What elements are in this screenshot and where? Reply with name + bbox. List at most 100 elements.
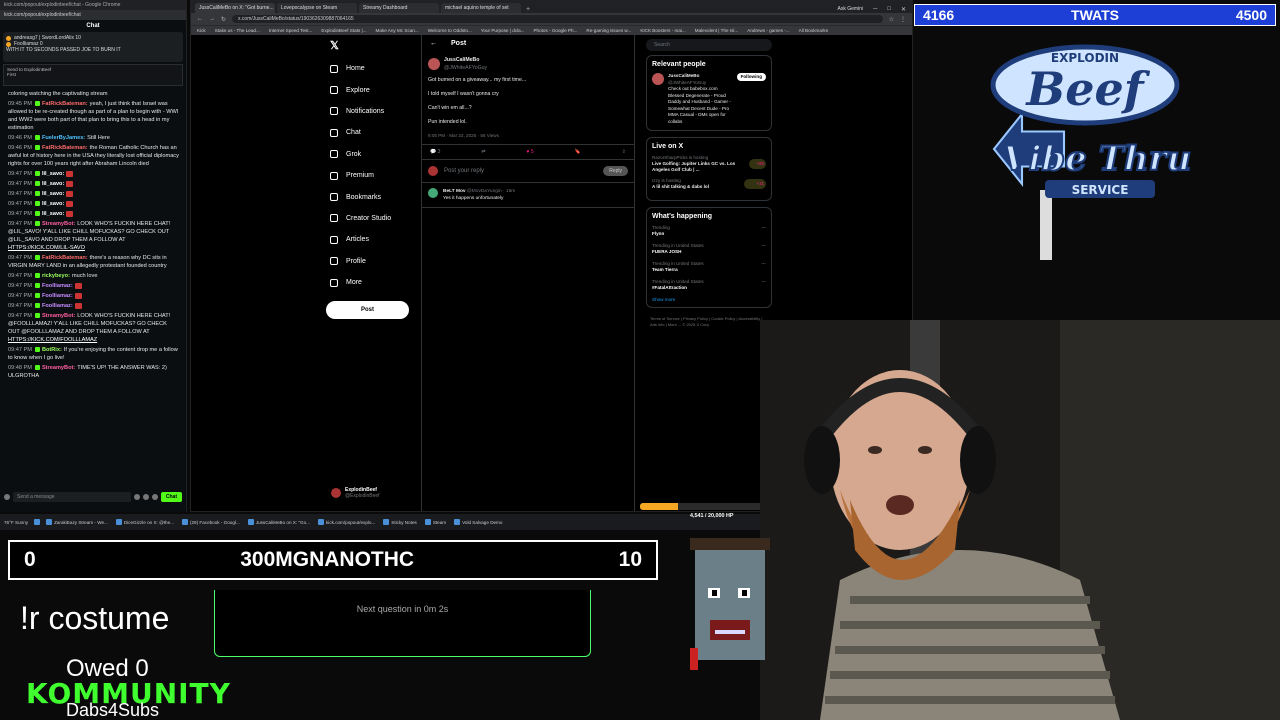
bookmark-item[interactable]: Kick: [197, 28, 206, 33]
start-icon[interactable]: [34, 519, 41, 525]
repost-icon[interactable]: ⇄: [481, 149, 485, 155]
bookmark-item[interactable]: Photos - Google Ph...: [533, 28, 577, 33]
x-nav-profile[interactable]: Profile: [326, 251, 422, 272]
bookmark-item[interactable]: Welcome to Oddsto...: [428, 28, 472, 33]
reply-input[interactable]: Post your reply: [444, 168, 484, 174]
chat-message-list[interactable]: coloring watching the captivating stream…: [0, 88, 186, 380]
x-nav-premium[interactable]: Premium: [326, 165, 422, 186]
trend-item[interactable]: Trending Flynn ⋯: [652, 225, 766, 237]
x-nav-creator-studio[interactable]: Creator Studio: [326, 208, 422, 229]
message-username[interactable]: BotRix:: [42, 347, 62, 353]
bookmark-item[interactable]: Internet Speed Test...: [269, 28, 313, 33]
gift-icon[interactable]: [142, 494, 149, 500]
x-nav-notifications[interactable]: Notifications: [326, 101, 422, 122]
trend-item[interactable]: Trending in United States #FatalAttractio…: [652, 279, 766, 291]
message-username[interactable]: StreamyBot:: [42, 365, 75, 371]
mic-icon[interactable]: [4, 494, 10, 500]
extensions-icon[interactable]: ⋮: [900, 16, 906, 23]
taskbar-app[interactable]: Vold Salvage Demo: [454, 519, 502, 525]
x-nav-bookmarks[interactable]: Bookmarks: [326, 186, 422, 207]
taskbar-app[interactable]: Sticky Notes: [383, 519, 417, 525]
message-username[interactable]: rickybeyo:: [42, 273, 70, 279]
bookmark-item[interactable]: Re-gaming issues w...: [586, 28, 631, 33]
x-post-button[interactable]: Post: [326, 301, 409, 320]
live-item[interactable]: Izzy is hosting A lil shit talking & dab…: [652, 178, 766, 190]
browser-tab[interactable]: Streamy Dashboard: [359, 3, 439, 13]
message-username[interactable]: lil_savo:: [42, 181, 64, 187]
message-username[interactable]: FatRickBateman:: [42, 145, 88, 151]
reload-icon[interactable]: ↻: [221, 16, 226, 23]
message-username[interactable]: lil_savo:: [42, 211, 64, 217]
avatar[interactable]: [428, 188, 438, 198]
bookmark-item[interactable]: All Bookmarks: [799, 28, 828, 33]
x-nav-articles[interactable]: Articles: [326, 229, 422, 250]
x-account-switcher[interactable]: ExplodinBeef @ExplodinBeef: [331, 487, 380, 499]
following-button[interactable]: Following: [736, 73, 766, 81]
taskbar-app[interactable]: Steam: [424, 519, 446, 525]
bookmark-item[interactable]: Stake.us - The Lead...: [215, 28, 260, 33]
chat-send-button[interactable]: Chat: [160, 492, 182, 502]
chat-url-bar[interactable]: kick.com/popout/explodinbeef/chat: [0, 10, 186, 20]
url-field[interactable]: x.com/JussCaliMeBo/status/19036263098870…: [232, 15, 883, 23]
x-nav-home[interactable]: Home: [326, 58, 422, 79]
star-icon[interactable]: ☆: [889, 16, 894, 23]
bookmark-item[interactable]: Your Purpose | dcla...: [481, 28, 525, 33]
message-username[interactable]: lil_savo:: [42, 201, 64, 207]
x-logo-icon[interactable]: 𝕏: [326, 35, 422, 58]
emote-icon[interactable]: [133, 494, 140, 500]
message-username[interactable]: FuelerByJames:: [42, 135, 85, 141]
back-arrow-icon[interactable]: ←: [430, 40, 437, 47]
browser-tab[interactable]: michael aquino temple of set: [441, 3, 521, 13]
more-options-icon[interactable]: ⋯: [761, 243, 766, 255]
minimize-icon[interactable]: ─: [873, 6, 877, 13]
x-nav-more[interactable]: More: [326, 272, 422, 293]
reply-icon[interactable]: 💬 3: [430, 149, 440, 155]
message-username[interactable]: FatRickBateman:: [42, 255, 88, 261]
avatar[interactable]: [652, 73, 664, 85]
message-username[interactable]: lil_savo:: [42, 171, 64, 177]
new-tab-button[interactable]: +: [523, 6, 533, 13]
bookmark-icon[interactable]: 🔖: [575, 149, 581, 155]
x-nav-explore[interactable]: Explore: [326, 79, 422, 100]
taskbar-app[interactable]: ZarakiEazy Stream - We...: [46, 519, 108, 525]
x-nav-grok[interactable]: Grok: [326, 144, 422, 165]
show-more-link[interactable]: Show more: [652, 297, 766, 302]
message-link[interactable]: HTTPS://KICK.COM/LIL-SAVO: [8, 245, 85, 251]
taskbar-app[interactable]: JussCaliMeBo on X: "Go...: [247, 519, 310, 525]
message-username[interactable]: StreamyBot:: [42, 313, 75, 319]
message-username[interactable]: FatRickBateman:: [42, 101, 88, 107]
reply-tweet[interactable]: BeLT Mov @MovDaYungin · 15m Yes it happe…: [422, 183, 634, 208]
message-username[interactable]: FooIliamaz:: [42, 283, 73, 289]
x-search-input[interactable]: Search: [646, 39, 772, 51]
bookmark-item[interactable]: ExplodinBeef Stats |...: [321, 28, 366, 33]
avatar[interactable]: [428, 58, 440, 70]
close-icon[interactable]: ✕: [901, 6, 906, 13]
message-username[interactable]: FooIliamaz:: [42, 293, 73, 299]
tweet-author[interactable]: JussCaliMeBo @JWhiteAFYoGuy: [428, 56, 628, 72]
trend-item[interactable]: Trending in United States Team Tierra ⋯: [652, 261, 766, 273]
more-options-icon[interactable]: ⋯: [761, 261, 766, 273]
reply-author-name[interactable]: BeLT Mov: [443, 189, 466, 194]
live-item[interactable]: RazorSharpPicks is hosting Live Golfing:…: [652, 155, 766, 173]
reply-button[interactable]: Reply: [603, 166, 628, 176]
back-icon[interactable]: ←: [197, 16, 203, 22]
taskbar-app[interactable]: DiceGizzle on X: @the...: [115, 519, 174, 525]
maximize-icon[interactable]: □: [887, 6, 891, 13]
more-options-icon[interactable]: ⋯: [761, 225, 766, 237]
chat-message-input[interactable]: Send a message: [13, 492, 131, 502]
ask-gemini-button[interactable]: Ask Gemini: [838, 6, 864, 13]
taskbar-app[interactable]: (29) Facebook - Googl...: [181, 519, 240, 525]
bookmark-item[interactable]: KICK Boosters - mai...: [640, 28, 685, 33]
taskbar-app[interactable]: kick.com/popout/explo...: [318, 519, 375, 525]
share-icon[interactable]: ⇪: [622, 149, 626, 155]
message-username[interactable]: FooIliamaz:: [42, 303, 73, 309]
bookmark-item[interactable]: Andrews - games -...: [747, 28, 789, 33]
message-username[interactable]: StreamyBot:: [42, 221, 75, 227]
trend-item[interactable]: Trending in United States FUERA JOSH ⋯: [652, 243, 766, 255]
settings-icon[interactable]: [151, 494, 158, 500]
more-options-icon[interactable]: ⋯: [761, 279, 766, 291]
forward-icon[interactable]: →: [209, 16, 215, 22]
message-username[interactable]: lil_savo:: [42, 191, 64, 197]
tweet-author-name[interactable]: JussCaliMeBo: [444, 56, 487, 64]
browser-tab[interactable]: Lovepocalypse on Steam: [277, 3, 357, 13]
